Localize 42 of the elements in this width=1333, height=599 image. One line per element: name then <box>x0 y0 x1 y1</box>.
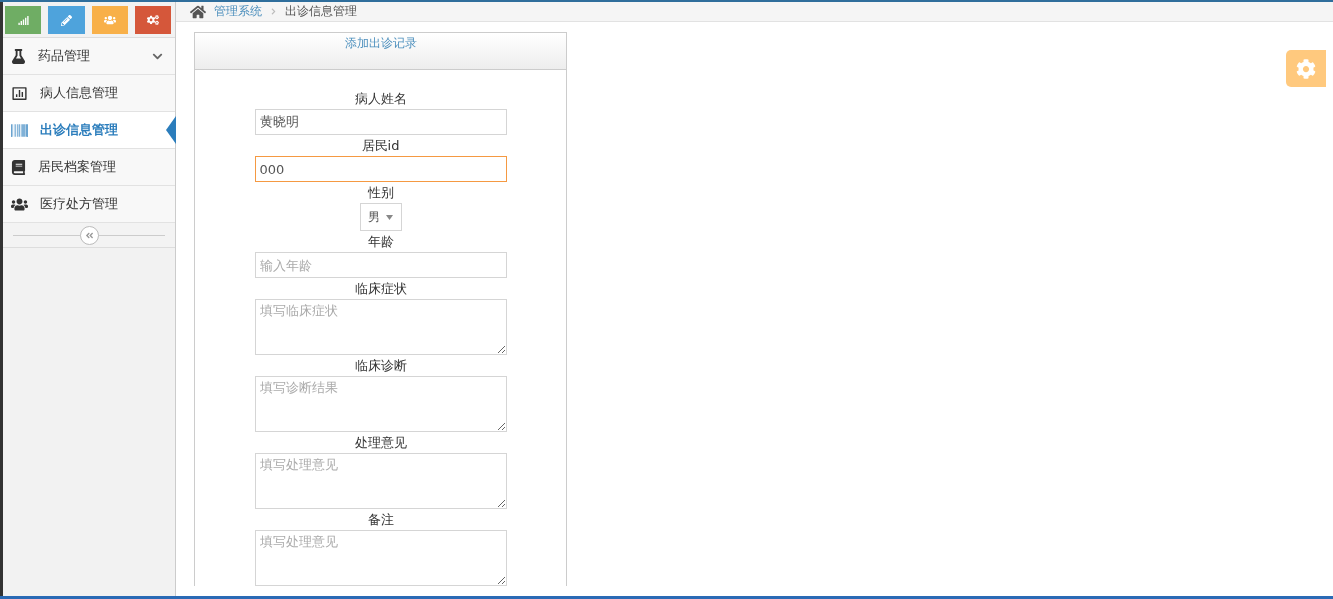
shortcut-button[interactable] <box>5 6 42 34</box>
input-field[interactable]: 黄晓明 <box>254 109 507 135</box>
field-label: 性别 <box>367 184 394 202</box>
barcode-icon <box>11 121 28 139</box>
field-label: 临床症状 <box>354 280 407 298</box>
field-label: 年龄 <box>367 233 394 251</box>
home-icon <box>190 3 206 20</box>
bar-chart-icon <box>11 84 28 102</box>
sidebar-item[interactable]: 药品管理 <box>3 38 175 75</box>
field-label: 病人姓名 <box>354 90 407 108</box>
text-area[interactable]: 填写处理意见 <box>254 453 507 509</box>
breadcrumb-current: 出诊信息管理 <box>285 3 357 20</box>
flask-icon <box>11 48 26 64</box>
input-field[interactable]: 000 <box>254 156 507 182</box>
chevron-right-icon <box>270 8 277 15</box>
collapse-button[interactable] <box>79 225 99 245</box>
users-icon <box>103 14 116 26</box>
caret-icon <box>386 214 393 220</box>
shortcut-button[interactable] <box>91 6 128 34</box>
settings-button[interactable] <box>1286 50 1326 87</box>
book-icon <box>11 159 26 175</box>
text-area[interactable]: 填写诊断结果 <box>254 376 507 432</box>
sidebar-item[interactable]: 医疗处方管理 <box>3 186 175 223</box>
field-label: 临床诊断 <box>354 357 407 375</box>
pencil-icon <box>60 14 72 26</box>
sidebar-item[interactable]: 出诊信息管理 <box>3 112 175 149</box>
field-label: 备注 <box>367 511 394 529</box>
field-label: 处理意见 <box>354 434 407 452</box>
gender-select[interactable]: 男 <box>359 203 402 231</box>
shortcut-button[interactable] <box>48 6 85 34</box>
sidebar-item[interactable]: 病人信息管理 <box>3 75 175 112</box>
gears-icon <box>146 14 159 26</box>
text-area[interactable]: 填写处理意见 <box>254 530 507 586</box>
input-field[interactable]: 输入年龄 <box>254 252 507 278</box>
sidebar-item[interactable]: 居民档案管理 <box>3 149 175 186</box>
text-area[interactable]: 填写临床症状 <box>254 299 507 355</box>
settings-icon <box>1296 58 1316 79</box>
shortcut-button[interactable] <box>134 6 171 34</box>
double-chevron-left-icon <box>84 230 94 240</box>
signal-bars-icon <box>17 14 29 26</box>
panel-title: 添加出诊记录 <box>344 36 417 50</box>
field-label: 居民id <box>361 137 400 155</box>
